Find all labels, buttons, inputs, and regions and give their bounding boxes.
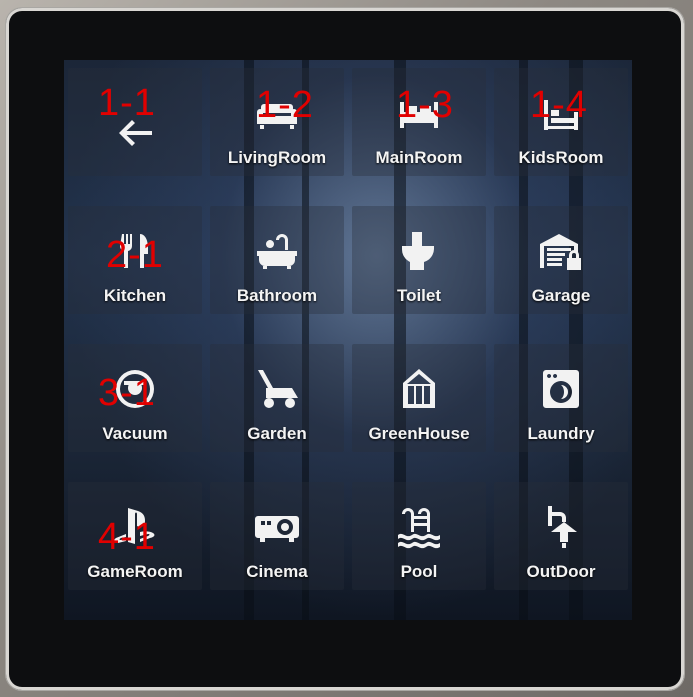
robot-vacuum-icon <box>108 362 162 416</box>
tile-laundry[interactable]: Laundry <box>494 344 628 452</box>
garage-lock-icon <box>534 224 588 278</box>
tile-label: GameRoom <box>87 562 183 581</box>
toilet-icon <box>392 224 446 278</box>
tile-label: KidsRoom <box>518 148 604 167</box>
tile-kitchen[interactable]: Kitchen <box>68 206 202 314</box>
tile-label: MainRoom <box>375 148 463 167</box>
single-bed-icon <box>534 86 588 140</box>
tile-vacuum[interactable]: Vacuum <box>68 344 202 452</box>
projector-icon <box>250 500 304 554</box>
tile-label: Vacuum <box>102 424 168 443</box>
tile-label: OutDoor <box>526 562 596 581</box>
tile-gameroom[interactable]: GameRoom <box>68 482 202 590</box>
lawn-mower-icon <box>250 362 304 416</box>
sofa-icon <box>250 86 304 140</box>
tile-label: Bathroom <box>236 286 318 305</box>
tile-label: GreenHouse <box>368 424 470 443</box>
touch-screen: LivingRoom MainRoom KidsRoom Kitchen Bat… <box>64 60 632 620</box>
fork-knife-icon <box>108 224 162 278</box>
tile-label: Garden <box>247 424 307 443</box>
tile-livingroom[interactable]: LivingRoom <box>210 68 344 176</box>
tile-greenhouse[interactable]: GreenHouse <box>352 344 486 452</box>
back-arrow-icon <box>108 106 162 160</box>
tile-label: Pool <box>400 562 438 581</box>
washing-machine-icon <box>534 362 588 416</box>
outdoor-lamp-icon <box>534 500 588 554</box>
tile-kidsroom[interactable]: KidsRoom <box>494 68 628 176</box>
tile-label: LivingRoom <box>227 148 327 167</box>
bed-icon <box>392 86 446 140</box>
tile-label: Toilet <box>396 286 442 305</box>
tile-pool[interactable]: Pool <box>352 482 486 590</box>
tile-label: Cinema <box>246 562 308 581</box>
back-button[interactable] <box>68 68 202 176</box>
tile-garden[interactable]: Garden <box>210 344 344 452</box>
bathtub-icon <box>250 224 304 278</box>
tile-label: Kitchen <box>103 286 167 305</box>
greenhouse-icon <box>392 362 446 416</box>
tile-cinema[interactable]: Cinema <box>210 482 344 590</box>
tile-bathroom[interactable]: Bathroom <box>210 206 344 314</box>
tile-outdoor[interactable]: OutDoor <box>494 482 628 590</box>
tile-toilet[interactable]: Toilet <box>352 206 486 314</box>
tile-mainroom[interactable]: MainRoom <box>352 68 486 176</box>
tile-garage[interactable]: Garage <box>494 206 628 314</box>
pool-ladder-icon <box>392 500 446 554</box>
tile-label: Garage <box>531 286 591 305</box>
tile-label: Laundry <box>527 424 595 443</box>
playstation-icon <box>108 500 162 554</box>
